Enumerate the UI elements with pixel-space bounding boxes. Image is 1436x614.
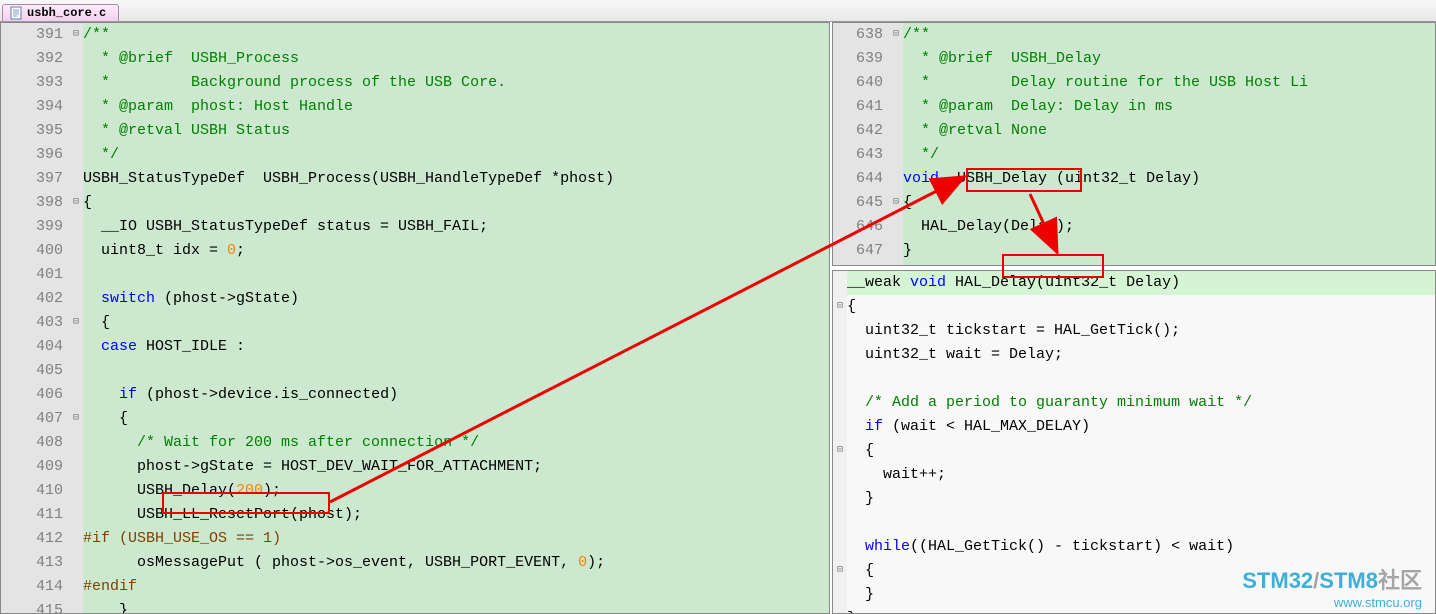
left-fold-col: ⊟⊟⊟⊟ (69, 23, 83, 613)
file-icon (9, 6, 23, 20)
right-bottom-pane[interactable]: ⊟⊟⊟ __weak void HAL_Delay(uint32_t Delay… (832, 270, 1436, 614)
right-top-pane[interactable]: 638639640641642643644645646647 ⊟⊟ /** * … (832, 22, 1436, 266)
tab-bar: usbh_core.c (0, 0, 1436, 22)
left-gutter: 3913923933943953963973983994004014024034… (1, 23, 69, 613)
left-pane[interactable]: 3913923933943953963973983994004014024034… (0, 22, 830, 614)
editor-split: 3913923933943953963973983994004014024034… (0, 22, 1436, 614)
left-code[interactable]: /** * @brief USBH_Process * Background p… (83, 23, 829, 614)
right-top-code[interactable]: /** * @brief USBH_Delay * Delay routine … (903, 23, 1435, 263)
tab-filename: usbh_core.c (27, 6, 106, 20)
right-top-fold-col: ⊟⊟ (889, 23, 903, 265)
file-tab[interactable]: usbh_core.c (2, 4, 119, 21)
right-column: 638639640641642643644645646647 ⊟⊟ /** * … (832, 22, 1436, 614)
right-bottom-fold-col: ⊟⊟⊟ (833, 271, 847, 613)
right-top-gutter: 638639640641642643644645646647 (833, 23, 889, 265)
right-bottom-code[interactable]: __weak void HAL_Delay(uint32_t Delay){ u… (847, 271, 1435, 614)
